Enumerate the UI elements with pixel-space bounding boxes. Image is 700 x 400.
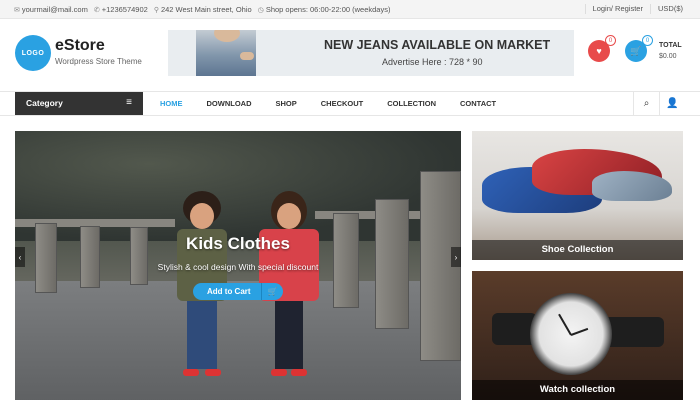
contact-info: ✉ yourmail@mail.com ✆ +1236574902 ⚲ 242 Wes… xyxy=(14,5,390,14)
address-text: 242 West Main street, Ohio xyxy=(160,5,252,14)
map-marker-icon: ⚲ xyxy=(153,7,159,14)
cart-icon: 🛒 xyxy=(261,283,283,300)
hero-subtitle: Stylish & cool design With special disco… xyxy=(157,262,319,272)
category-label: Category xyxy=(26,98,63,108)
cart-total-label: TOTAL xyxy=(659,42,682,49)
menu-bars-icon: ≡ xyxy=(126,97,132,108)
user-add-icon[interactable]: 👤 xyxy=(659,92,685,115)
brand-name[interactable]: eStore xyxy=(55,37,105,55)
logo[interactable]: LOGO xyxy=(15,35,51,71)
watch-strap xyxy=(604,317,664,347)
header: LOGO eStore Wordpress Store Theme NEW JE… xyxy=(0,19,700,89)
nav-contact[interactable]: CONTACT xyxy=(448,92,508,115)
email-text: yourmail@mail.com xyxy=(21,5,88,14)
mail-icon: ✉ xyxy=(14,7,20,14)
category-menu-button[interactable]: Category ≡ xyxy=(15,92,143,115)
hero-title: Kids Clothes xyxy=(186,234,290,253)
watch-collection-caption: Watch collection xyxy=(472,380,683,400)
banner-headline: NEW JEANS AVAILABLE ON MARKET xyxy=(324,38,551,52)
add-to-cart-label: Add to Cart xyxy=(207,287,251,296)
cart-total-value: $0.00 xyxy=(659,53,677,60)
nav-download[interactable]: DOWNLOAD xyxy=(195,92,264,115)
primary-nav: HOME DOWNLOAD SHOP CHECKOUT COLLECTION C… xyxy=(148,92,508,115)
shoe-collection-card[interactable]: Shoe Collection xyxy=(472,131,683,260)
nav-shop[interactable]: SHOP xyxy=(264,92,309,115)
top-bar: ✉ yourmail@mail.com ✆ +1236574902 ⚲ 242 Wes… xyxy=(0,0,700,19)
watch-image xyxy=(530,293,612,375)
heart-icon: ♥ xyxy=(596,46,602,56)
banner-model-image xyxy=(196,30,256,76)
tagline: Wordpress Store Theme xyxy=(55,57,142,66)
phone-icon: ✆ xyxy=(93,7,100,14)
nav-home[interactable]: HOME xyxy=(148,92,195,115)
slider-next-arrow[interactable]: › xyxy=(451,247,461,267)
hero-slider[interactable]: Kids Clothes Stylish & cool design With … xyxy=(15,131,461,400)
currency-selector[interactable]: USD($) xyxy=(649,4,690,14)
search-icon[interactable]: ⌕ xyxy=(633,92,659,115)
cart-icon: 🛒 xyxy=(630,45,642,56)
main-navbar: Category ≡ HOME DOWNLOAD SHOP CHECKOUT C… xyxy=(0,91,700,116)
slider-prev-arrow[interactable]: ‹ xyxy=(15,247,25,267)
phone-text: +1236574902 xyxy=(101,5,148,14)
wishlist-button[interactable]: ♥ 0 xyxy=(588,35,616,62)
clock-icon: ◷ xyxy=(257,7,264,14)
ad-banner[interactable]: NEW JEANS AVAILABLE ON MARKET Advertise … xyxy=(168,30,574,76)
login-register-link[interactable]: Login/ Register xyxy=(584,4,650,14)
cart-count: 0 xyxy=(642,35,653,46)
pillar xyxy=(333,213,359,308)
nav-checkout[interactable]: CHECKOUT xyxy=(309,92,376,115)
nav-collection[interactable]: COLLECTION xyxy=(375,92,448,115)
wishlist-count: 0 xyxy=(605,35,616,46)
banner-subline: Advertise Here : 728 * 90 xyxy=(382,57,483,67)
add-to-cart-button[interactable]: Add to Cart 🛒 xyxy=(193,283,283,300)
watch-collection-card[interactable]: Watch collection xyxy=(472,271,683,400)
hours-text: Shop opens: 06:00-22:00 (weekdays) xyxy=(265,5,391,14)
shoe-collection-caption: Shoe Collection xyxy=(472,240,683,260)
cart-button[interactable]: 🛒 0 xyxy=(625,35,653,62)
